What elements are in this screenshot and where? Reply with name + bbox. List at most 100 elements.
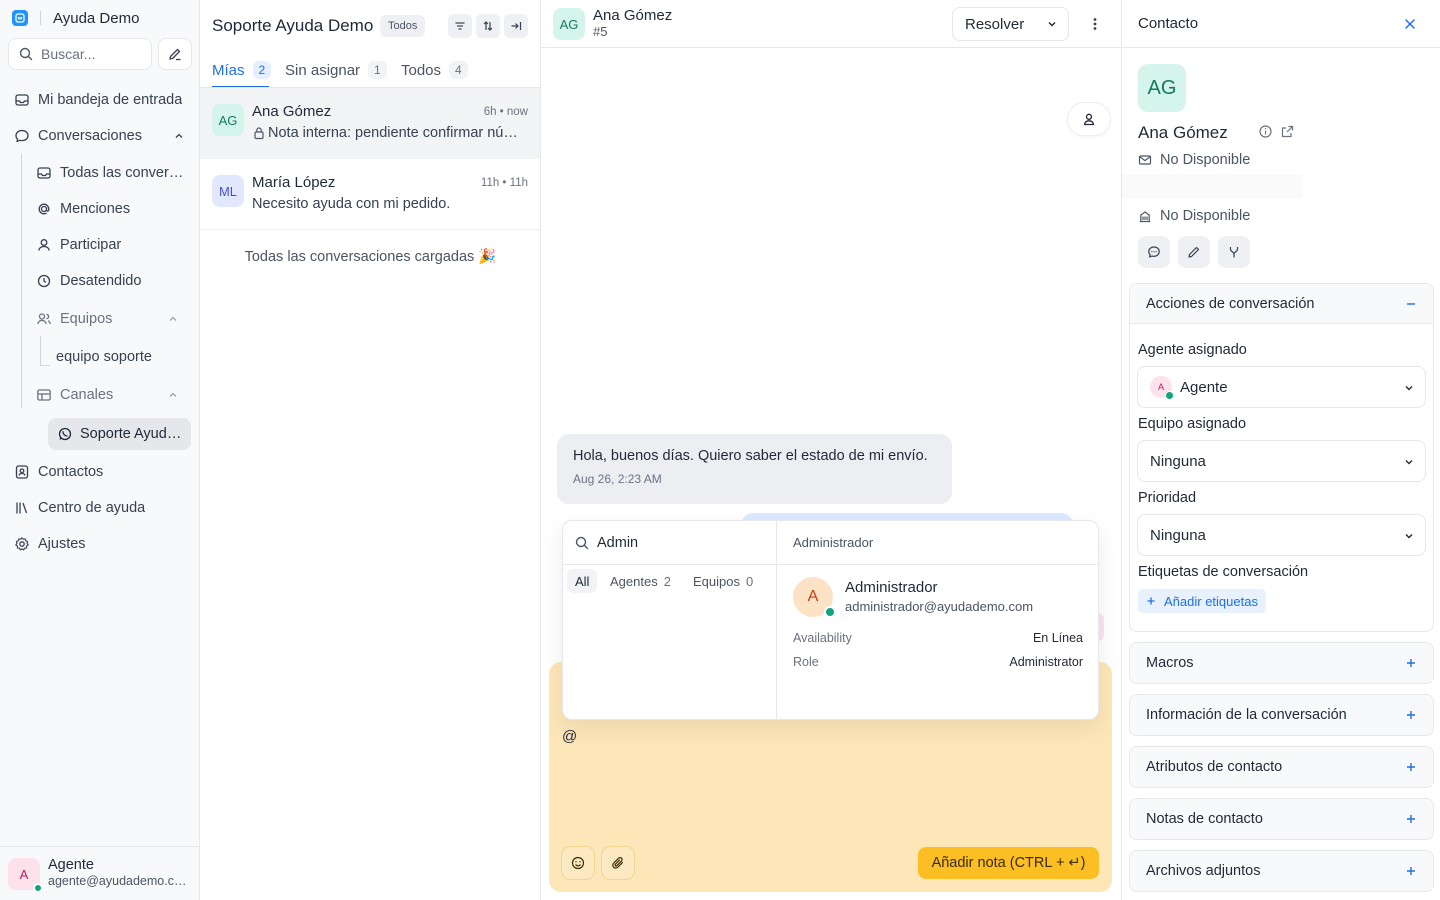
priority-select[interactable]: Ninguna [1137,514,1426,556]
mention-list: All Agentes 2 Equipos 0 [563,521,777,719]
merge-contact-button[interactable] [1218,236,1250,268]
availability-value: En Línea [1032,631,1083,645]
mention-search-input[interactable] [597,534,757,551]
user-icon [1082,112,1096,126]
resolve-label: Resolver [965,15,1025,33]
conversation-item[interactable]: AG Ana Gómez 6h • now Nota interna: pend… [200,88,540,159]
sort-button[interactable] [476,14,500,38]
sidebar-item-channel-soporte[interactable]: Soporte Ayuda Demo [58,418,186,450]
tab-mine[interactable]: Mías 2 [212,58,272,82]
sidebar-search[interactable] [8,38,152,70]
sidebar: Ayuda Demo Mi bandeja de entrada Convers… [0,0,200,900]
chevron-up-icon[interactable] [168,390,178,400]
sidebar-item-unattended[interactable]: Desatendido [36,265,141,297]
more-options-button[interactable] [1083,12,1107,36]
conversation-preview: Necesito ayuda con mi pedido. [252,196,528,212]
sidebar-item-teams[interactable]: Equipos [36,303,182,335]
section-title: Información de la conversación [1146,707,1347,723]
sidebar-item-all-conversations[interactable]: Todas las conversaciones [36,157,186,189]
assigned-team-select[interactable]: Ninguna [1137,440,1426,482]
panel-title: Contacto [1138,15,1199,32]
chevron-down-icon[interactable] [1046,18,1058,30]
preview-text: Necesito ayuda con mi pedido. [252,196,451,212]
sidebar-item-mentions[interactable]: Menciones [36,193,130,225]
section-header[interactable]: Información de la conversación [1130,695,1433,735]
sidebar-item-help-center[interactable]: Centro de ayuda [14,492,145,524]
contact-attributes-section[interactable]: Atributos de contacto [1129,746,1434,788]
merge-icon [1227,245,1241,259]
lock-icon [252,126,266,140]
add-tags-button[interactable]: Añadir etiquetas [1138,589,1266,613]
conversation-contact-name: María López [252,174,336,191]
plus-icon [1405,813,1417,825]
sidebar-item-settings[interactable]: Ajustes [14,528,86,560]
collapse-list-button[interactable] [504,14,528,38]
section-header[interactable]: Acciones de conversación [1130,284,1433,324]
contact-company-row: No Disponible [1138,208,1250,224]
sidebar-item-participate[interactable]: Participar [36,229,121,261]
mention-popup: All Agentes 2 Equipos 0 Administrador A … [562,520,1099,720]
sidebar-item-team-support[interactable]: equipo soporte [56,341,152,373]
inbox-title: Soporte Ayuda Demo [212,16,374,35]
conversation-info-section[interactable]: Información de la conversación [1129,694,1434,736]
close-panel-button[interactable] [1400,14,1420,34]
search-icon [575,536,589,550]
tab-count: 2 [663,573,671,589]
resolve-button[interactable]: Resolver [952,7,1069,41]
gear-icon [14,536,30,552]
section-header[interactable]: Archivos adjuntos [1130,851,1433,891]
mention-tab-teams[interactable]: Equipos 0 [685,569,761,593]
chevron-up-icon[interactable] [174,131,184,141]
tab-unassigned[interactable]: Sin asignar 1 [285,58,387,82]
current-user-card[interactable]: A Agente agente@ayudademo.com [0,846,200,900]
add-note-button[interactable]: Añadir nota (CTRL + ↵) [918,847,1099,879]
section-header[interactable]: Macros [1130,643,1433,683]
pencil-icon [1187,245,1201,259]
app-logo-icon [12,10,28,26]
attach-button[interactable] [602,847,634,879]
tab-label: Agentes [610,573,658,589]
contact-panel-toggle[interactable] [1068,103,1110,135]
mention-search[interactable] [563,521,777,565]
edit-contact-button[interactable] [1178,236,1210,268]
sidebar-item-label: equipo soporte [56,349,152,365]
search-input[interactable] [41,46,141,62]
user-icon [36,237,52,253]
section-header[interactable]: Notas de contacto [1130,799,1433,839]
sidebar-item-conversations[interactable]: Conversaciones [14,120,188,152]
macros-section[interactable]: Macros [1129,642,1434,684]
sidebar-item-inbox[interactable]: Mi bandeja de entrada [14,84,182,116]
composer-input[interactable]: @ [562,728,577,745]
building-icon [1138,209,1152,223]
contact-name[interactable]: Ana Gómez [593,7,672,24]
contact-panel: Contacto AG Ana Gómez No Disponible No D… [1121,0,1440,900]
online-status-dot [33,883,43,893]
emoji-button[interactable] [562,847,594,879]
contact-notes-section[interactable]: Notas de contacto [1129,798,1434,840]
external-link-icon[interactable] [1280,124,1295,139]
brand-divider [40,11,41,25]
mention-tab-agents[interactable]: Agentes 2 [602,569,679,593]
compose-button[interactable] [158,38,192,70]
filter-button[interactable] [448,14,472,38]
kebab-menu-icon [1093,17,1097,31]
plus-icon [1405,657,1417,669]
sidebar-item-channels[interactable]: Canales [36,379,182,411]
tab-all[interactable]: Todos 4 [401,58,468,82]
conversation-item[interactable]: ML María López 11h • 11h Necesito ayuda … [200,159,540,230]
user-email: agente@ayudademo.com [48,874,190,888]
mention-tab-all[interactable]: All [567,569,598,593]
phone-row-placeholder [1122,174,1302,198]
info-icon[interactable] [1258,124,1273,139]
attachments-section[interactable]: Archivos adjuntos [1129,850,1434,892]
library-icon [14,500,30,516]
chevron-up-icon[interactable] [168,314,178,324]
section-header[interactable]: Atributos de contacto [1130,747,1433,787]
sidebar-item-contacts[interactable]: Contactos [14,456,103,488]
assigned-agent-select[interactable]: A Agente [1137,366,1426,408]
message-circle-icon [1147,245,1161,259]
sidebar-item-label: Centro de ayuda [38,500,146,516]
status-filter-badge[interactable]: Todos [380,15,426,37]
new-message-button[interactable] [1138,236,1170,268]
mention-detail[interactable]: Administrador A Administrador administra… [777,521,1098,719]
